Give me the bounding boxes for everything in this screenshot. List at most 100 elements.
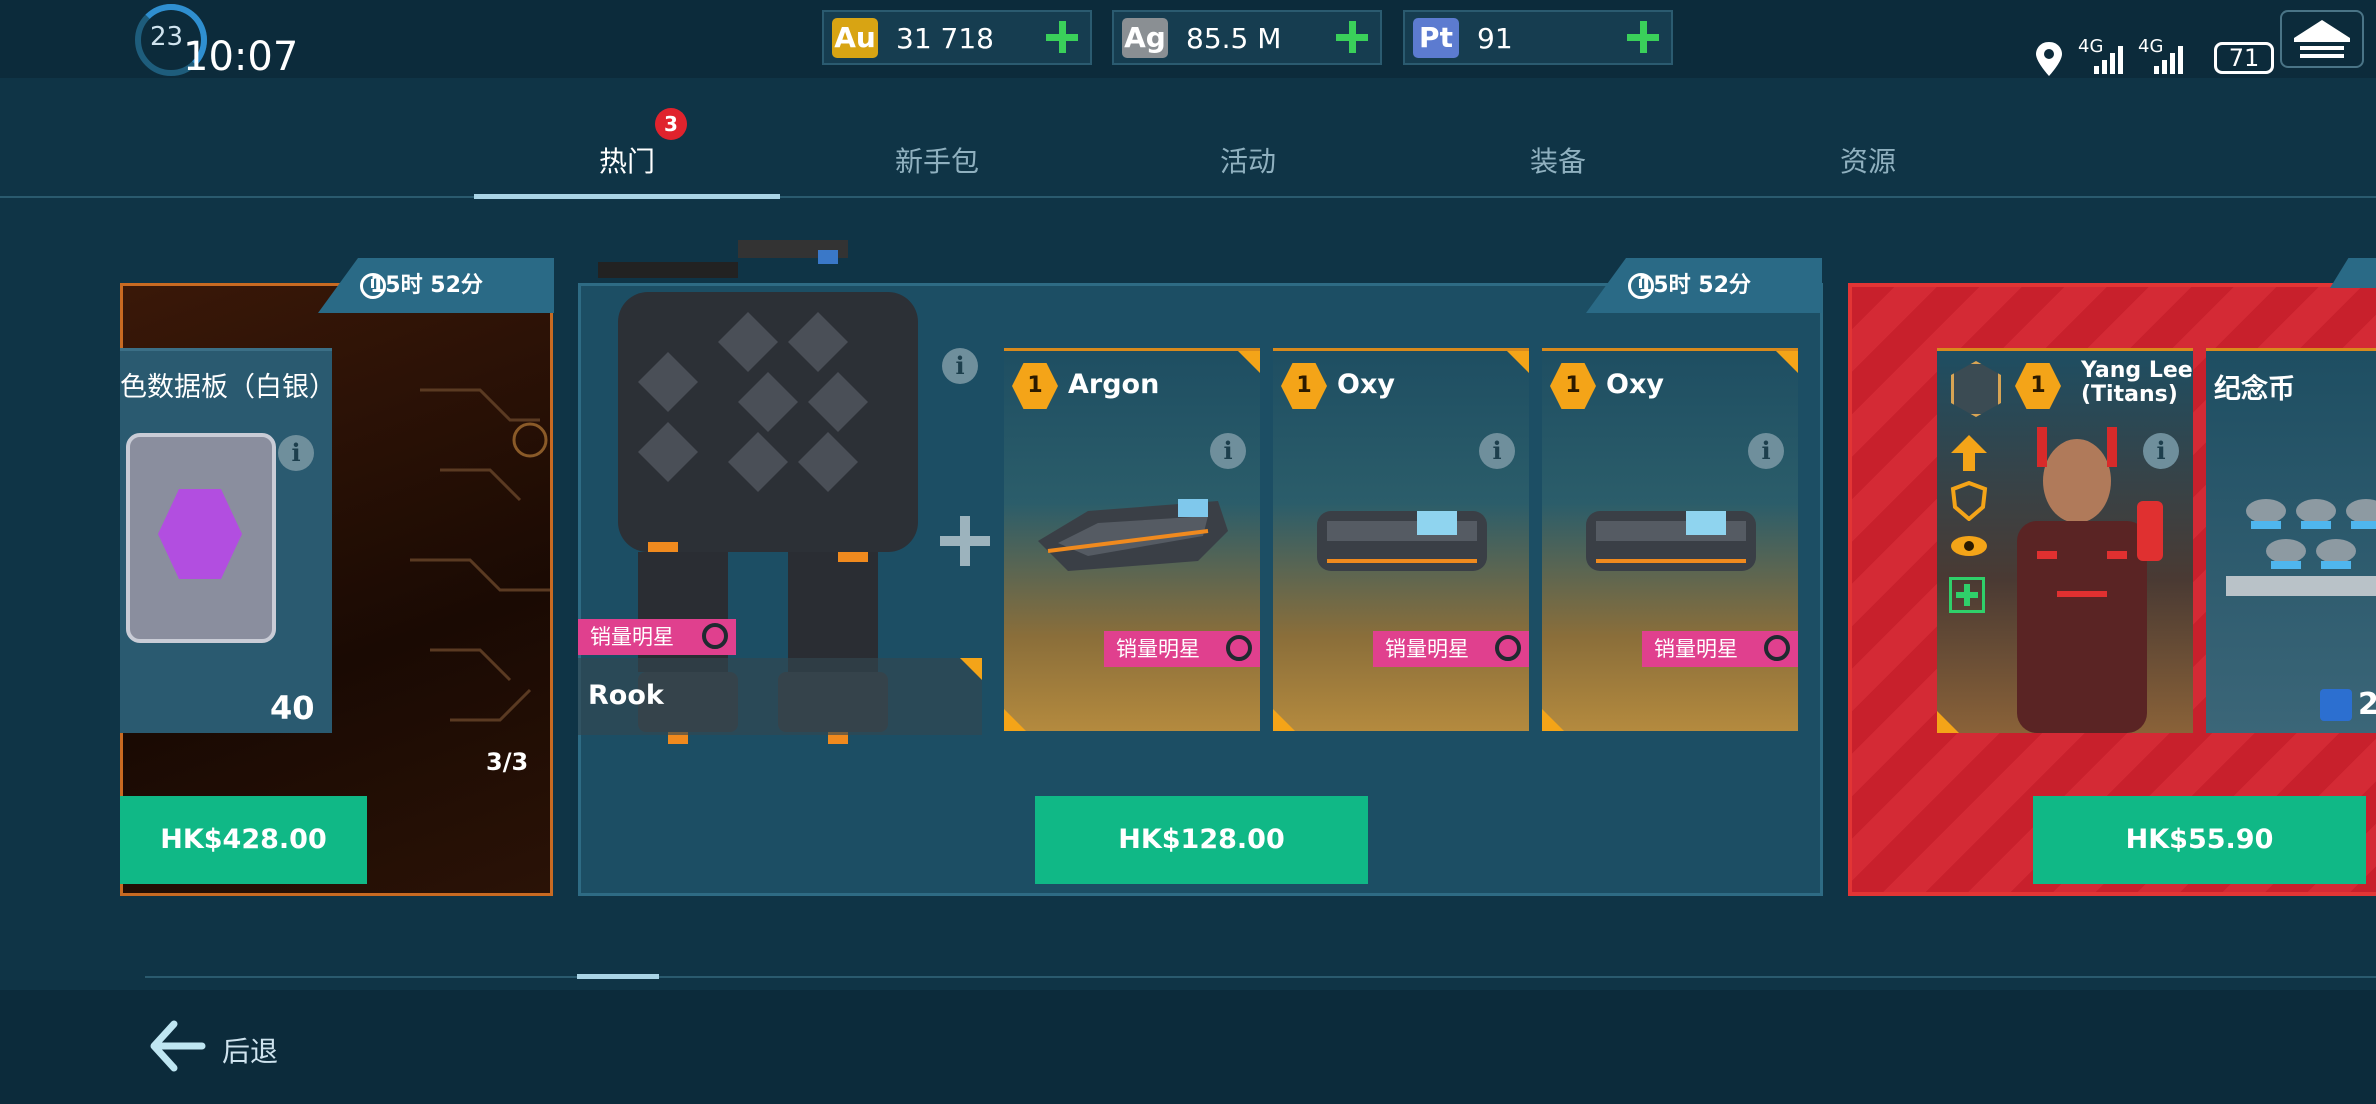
corner-marker — [960, 658, 982, 680]
add-platinum-button[interactable] — [1625, 19, 1661, 55]
hangar-button[interactable] — [2280, 10, 2364, 68]
data-pad-name: 色数据板（白银） — [120, 372, 332, 403]
tab-equipment[interactable]: 装备 — [1458, 140, 1658, 180]
tab-resources[interactable]: 资源 — [1768, 140, 1968, 180]
tab-hot[interactable]: 热门 — [527, 140, 727, 180]
tag-text: 销量明星 — [1654, 637, 1738, 661]
silver-icon: Ag — [1122, 18, 1168, 58]
carousel-scroll-track[interactable] — [145, 976, 2376, 978]
timer-middle-text: 15时 52分 — [1638, 273, 1751, 298]
oxy-weapon-image — [1317, 511, 1487, 571]
skill-heal-icon — [1949, 577, 1985, 613]
coin-card[interactable]: 纪念币 2 — [2206, 348, 2376, 733]
corner-marker — [1238, 351, 1260, 373]
platinum-icon: Pt — [1413, 18, 1459, 58]
timer-middle: 15时 52分 — [1586, 258, 1822, 313]
medal-icon — [1495, 635, 1521, 661]
info-icon[interactable]: i — [1210, 433, 1246, 469]
back-arrow-icon — [150, 1020, 206, 1072]
clock-icon — [1628, 273, 1654, 299]
clock-icon — [360, 273, 386, 299]
robot-tag-text: 销量明星 — [590, 625, 674, 649]
medal-icon — [702, 623, 728, 649]
timer-left-text: 15时 52分 — [370, 273, 483, 298]
data-pad-card[interactable]: 色数据板（白银） i 40 — [120, 348, 332, 733]
weapon-card-oxy-1[interactable]: 1 Oxy i 销量明星 — [1273, 348, 1529, 731]
tab-starter-pack[interactable]: 新手包 — [837, 140, 1037, 180]
carousel-scroll-thumb[interactable] — [577, 974, 659, 979]
back-button[interactable] — [148, 1020, 208, 1072]
platinum-value: 91 — [1477, 22, 1513, 55]
silver-value: 85.5 M — [1186, 22, 1282, 55]
weapon-name: Oxy — [1337, 369, 1395, 400]
timer-right — [2330, 258, 2376, 288]
skill-eye-icon — [1949, 531, 1989, 561]
corner-marker — [1004, 709, 1026, 731]
pilot-rank-icon — [1951, 361, 2001, 417]
pilot-name-line-2: (Titans) — [2081, 382, 2178, 407]
argon-weapon-image — [1038, 499, 1228, 571]
info-icon[interactable]: i — [278, 435, 314, 471]
robot-bestseller-tag: 销量明星 — [578, 619, 736, 655]
plus-icon — [940, 516, 990, 566]
battery-icon: 71 — [2214, 42, 2274, 74]
corner-marker — [1937, 711, 1959, 733]
back-label[interactable]: 后退 — [222, 1030, 278, 1070]
corner-marker — [1542, 709, 1564, 731]
player-level: 23 — [150, 22, 184, 52]
corner-marker — [1273, 709, 1295, 731]
data-pad-quantity: 40 — [270, 689, 315, 727]
data-pad-image — [126, 433, 276, 643]
weapon-card-argon[interactable]: 1 Argon i 销量明星 — [1004, 348, 1260, 731]
buy-button-middle[interactable]: HK$128.00 — [1035, 796, 1368, 884]
gold-value: 31 718 — [896, 22, 994, 55]
tag-text: 销量明星 — [1385, 637, 1469, 661]
gold-icon: Au — [832, 18, 878, 58]
medal-icon — [1764, 635, 1790, 661]
hangar-icon — [2294, 20, 2350, 58]
oxy-weapon-image — [1586, 511, 1756, 571]
silver-currency: Ag 85.5 M — [1112, 10, 1382, 65]
medal-icon — [1226, 635, 1252, 661]
buy-button-left[interactable]: HK$428.00 — [120, 796, 367, 884]
level-badge: 1 — [1281, 363, 1327, 409]
coin-quantity: 2 — [2358, 687, 2376, 722]
buy-button-right[interactable]: HK$55.90 — [2033, 796, 2366, 884]
circuit-decoration — [410, 388, 550, 722]
stock-count: 3/3 — [486, 748, 529, 776]
pilot-name: Yang Lee (Titans) — [2081, 359, 2193, 407]
pilot-level-badge: 1 — [2015, 363, 2061, 409]
signal-icon-2 — [2154, 46, 2183, 74]
active-tab-indicator — [474, 194, 780, 199]
pilot-card[interactable]: 1 Yang Lee (Titans) i — [1937, 348, 2193, 733]
clock-time: 10:07 — [183, 34, 299, 80]
corner-marker — [1507, 351, 1529, 373]
corner-marker — [1776, 351, 1798, 373]
tab-events[interactable]: 活动 — [1148, 140, 1348, 180]
robot-name: Rook — [588, 680, 664, 711]
platinum-currency: Pt 91 — [1403, 10, 1673, 65]
gold-currency: Au 31 718 — [822, 10, 1092, 65]
robot-name-plate: Rook — [578, 658, 982, 735]
robot-info-icon[interactable]: i — [942, 348, 978, 384]
level-badge: 1 — [1550, 363, 1596, 409]
add-gold-button[interactable] — [1044, 19, 1080, 55]
skill-attack-icon — [1949, 433, 1989, 473]
pilot-portrait — [2017, 427, 2163, 733]
info-icon[interactable]: i — [1479, 433, 1515, 469]
tab-hot-badge: 3 — [655, 108, 687, 140]
tab-divider — [0, 196, 2376, 198]
currency-icon — [2320, 689, 2352, 721]
pilot-name-line-1: Yang Lee — [2081, 358, 2193, 383]
bottom-bar — [0, 990, 2376, 1104]
coin-label: 纪念币 — [2214, 374, 2295, 405]
signal-icon — [2094, 46, 2123, 74]
weapon-card-oxy-2[interactable]: 1 Oxy i 销量明星 — [1542, 348, 1798, 731]
add-silver-button[interactable] — [1334, 19, 1370, 55]
info-icon[interactable]: i — [1748, 433, 1784, 469]
tag-text: 销量明星 — [1116, 637, 1200, 661]
weapon-name: Argon — [1068, 369, 1160, 400]
skill-shield-icon — [1949, 480, 1989, 522]
level-badge: 1 — [1012, 363, 1058, 409]
coins-image — [2226, 499, 2376, 596]
